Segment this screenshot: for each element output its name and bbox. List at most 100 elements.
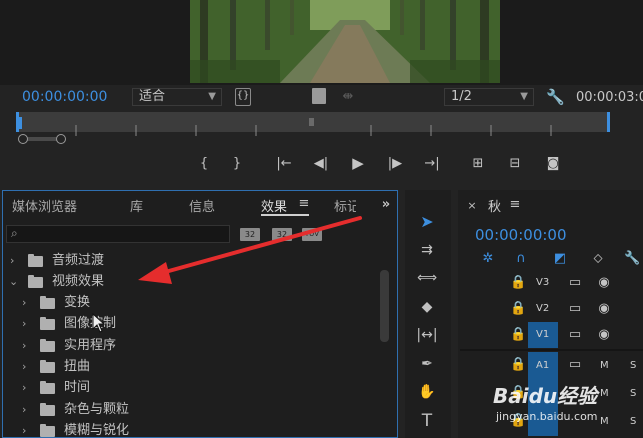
tree-item-label: 模糊与锐化 <box>64 423 130 438</box>
chevron-right-icon: › <box>22 360 27 373</box>
camera-icon[interactable]: ◙ <box>543 155 563 173</box>
folder-icon <box>40 296 55 309</box>
track-v2: 🔒 V2 ▭ ◉ <box>460 296 643 322</box>
mute-button[interactable]: M <box>600 416 609 427</box>
chevron-right-icon: › <box>22 403 27 416</box>
resolution-select[interactable]: 1/2 ▼ <box>444 88 534 106</box>
linked-selection-icon[interactable]: ◩ <box>552 250 568 268</box>
chevron-right-icon: › <box>22 339 27 352</box>
folder-icon <box>40 381 55 394</box>
eye-icon[interactable]: ◉ <box>596 326 612 344</box>
solo-button[interactable]: S <box>630 388 636 399</box>
chevron-right-icon: › <box>22 381 27 394</box>
eye-icon[interactable]: ◉ <box>596 300 612 318</box>
go-to-out-icon[interactable]: →| <box>422 155 442 173</box>
zoom-fit-select[interactable]: 适合 ▼ <box>132 88 222 106</box>
sync-lock-icon[interactable]: ▭ <box>568 274 582 292</box>
add-marker-icon[interactable]: ⬦ <box>590 250 606 268</box>
slip-tool-icon[interactable]: |↔| <box>414 323 440 347</box>
baidu-watermark-logo: Baidu经验 <box>493 384 598 408</box>
folder-icon <box>28 275 43 288</box>
film-icon[interactable] <box>312 88 326 104</box>
mute-button[interactable]: M <box>600 360 609 371</box>
overwrite-icon[interactable]: ⊟ <box>505 155 525 173</box>
timeline-settings-icon[interactable]: 🔧 <box>624 250 640 268</box>
tree-item-image-control[interactable]: › 图像控制 <box>8 314 378 334</box>
monitor-timecode[interactable]: 00:00:00:00 <box>22 89 107 105</box>
zoom-handle-left[interactable] <box>18 134 28 144</box>
resolution-value: 1/2 <box>451 89 472 104</box>
tree-item-utility[interactable]: › 实用程序 <box>8 336 378 356</box>
tree-item-label: 音频过渡 <box>52 253 105 268</box>
chevron-down-icon: ⌄ <box>9 275 19 288</box>
tree-item-label: 实用程序 <box>64 338 117 353</box>
search-icon: ⌕ <box>11 226 18 240</box>
solo-button[interactable]: S <box>630 360 636 371</box>
pen-tool-icon[interactable]: ✒ <box>414 352 440 376</box>
step-back-icon[interactable]: ◀| <box>312 155 330 173</box>
go-to-in-icon[interactable]: |← <box>274 155 294 173</box>
tree-item-label: 变换 <box>64 295 91 310</box>
type-tool-icon[interactable]: T <box>414 409 440 433</box>
solo-button[interactable]: S <box>630 416 636 427</box>
monitor-duration: 00:00:03:0 <box>576 90 643 105</box>
tree-item-label: 扭曲 <box>64 359 91 374</box>
center-marker <box>309 118 314 126</box>
more-panels-icon[interactable]: » <box>378 196 394 214</box>
tree-item-label: 杂色与颗粒 <box>64 402 130 417</box>
timeline-timecode[interactable]: 00:00:00:00 <box>475 226 567 244</box>
zoom-handle-right[interactable] <box>56 134 66 144</box>
hand-tool-icon[interactable]: ✋ <box>414 380 440 404</box>
play-icon[interactable]: ▶ <box>349 154 367 172</box>
folder-icon <box>40 360 55 373</box>
folder-icon <box>40 403 55 416</box>
lock-icon[interactable]: 🔒 <box>510 326 526 344</box>
folder-icon <box>40 424 55 437</box>
nest-sequence-icon[interactable]: ✲ <box>480 250 496 268</box>
tree-item-distort[interactable]: › 扭曲 <box>8 357 378 377</box>
track-select-tool-icon[interactable]: ⇉ <box>414 238 440 262</box>
tree-item-blur-sharpen[interactable]: › 模糊与锐化 <box>8 421 378 438</box>
lock-icon[interactable]: 🔒 <box>510 356 526 374</box>
tree-item-transform[interactable]: › 变换 <box>8 293 378 313</box>
eye-icon[interactable]: ◉ <box>596 274 612 292</box>
selection-tool-icon[interactable]: ➤ <box>414 210 440 234</box>
lock-icon[interactable]: 🔒 <box>510 274 526 292</box>
timeline-menu-icon[interactable]: ≡ <box>508 196 522 214</box>
snap-icon[interactable]: ∩ <box>513 250 529 268</box>
track-name: V1 <box>536 329 550 340</box>
forest-path-image <box>190 0 500 83</box>
close-icon[interactable]: × <box>466 197 478 215</box>
ruler-ticks-svg <box>75 125 552 136</box>
ripple-edit-tool-icon[interactable]: ⟺ <box>414 266 440 290</box>
settings-bracket-icon[interactable]: {} <box>235 88 251 106</box>
tree-item-label: 图像控制 <box>64 316 117 331</box>
baidu-watermark-url: jingyan.baidu.com <box>496 410 598 423</box>
chevron-right-icon: › <box>22 317 27 330</box>
step-forward-icon[interactable]: |▶ <box>386 155 404 173</box>
wrench-icon[interactable]: 🔧 <box>546 88 565 106</box>
chevron-right-icon: › <box>22 424 27 437</box>
effects-scrollbar[interactable] <box>380 270 389 342</box>
razor-tool-icon[interactable]: ◆ <box>414 295 440 319</box>
playhead-marker[interactable] <box>16 117 22 129</box>
mark-out-icon[interactable]: } <box>229 155 245 173</box>
zoom-fit-value: 适合 <box>139 89 166 104</box>
mute-button[interactable]: M <box>600 388 609 399</box>
tree-item-noise-grain[interactable]: › 杂色与颗粒 <box>8 400 378 420</box>
tree-item-time[interactable]: › 时间 <box>8 378 378 398</box>
folder-icon <box>28 254 43 267</box>
sync-lock-icon[interactable]: ▭ <box>568 356 582 374</box>
waveform-icon[interactable]: ⇼ <box>340 88 356 106</box>
folder-icon <box>40 317 55 330</box>
tree-item-label: 时间 <box>64 380 91 395</box>
track-v3: 🔒 V3 ▭ ◉ <box>460 270 643 296</box>
insert-icon[interactable]: ⊞ <box>468 155 488 173</box>
tab-media-browser[interactable]: 媒体浏览器 <box>12 196 77 215</box>
lock-icon[interactable]: 🔒 <box>510 300 526 318</box>
sequence-name[interactable]: 秋 <box>488 196 501 215</box>
sync-lock-icon[interactable]: ▭ <box>568 300 582 318</box>
mark-in-icon[interactable]: { <box>196 155 212 173</box>
sync-lock-icon[interactable]: ▭ <box>568 326 582 344</box>
mouse-cursor-icon <box>92 313 106 333</box>
